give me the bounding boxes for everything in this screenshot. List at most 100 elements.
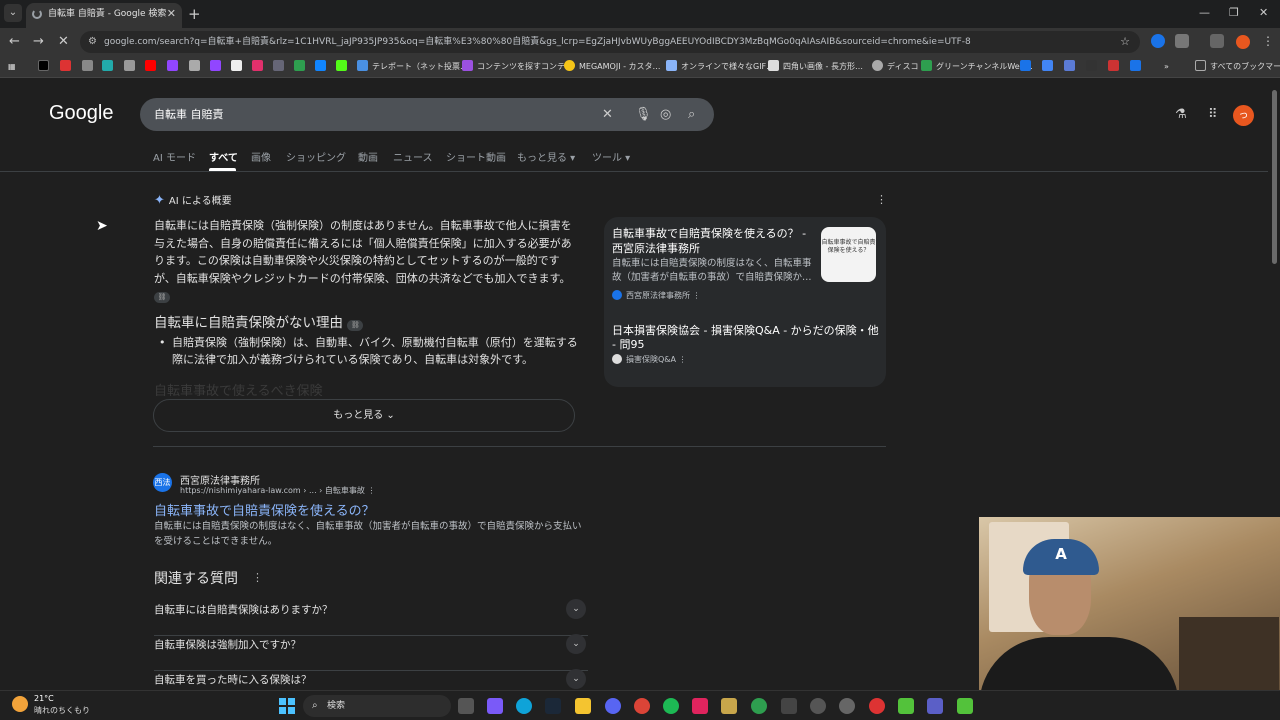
weather-temperature[interactable]: 21°C: [34, 694, 54, 703]
bookmark-item-4[interactable]: 四角い画像 - 長方形…: [768, 60, 863, 74]
google-logo[interactable]: Google: [49, 102, 114, 125]
result-url[interactable]: https://nishimiyahara-law.com › ... › 自転…: [180, 485, 375, 496]
taskbar-search-input[interactable]: ⌕ 検索: [303, 695, 451, 717]
edge-icon[interactable]: [516, 698, 532, 714]
bookmark-item-2[interactable]: MEGAMOJI - カスタ…: [564, 60, 661, 74]
bookmark-icon[interactable]: [124, 60, 139, 74]
bookmark-star-icon[interactable]: ☆: [1120, 31, 1130, 53]
lens-icon[interactable]: ◎: [660, 98, 671, 131]
bookmark-icon[interactable]: [210, 60, 225, 74]
extension-icon[interactable]: [1151, 34, 1165, 48]
file-explorer-icon[interactable]: [575, 698, 591, 714]
all-bookmarks-folder[interactable]: すべてのブックマーク: [1195, 60, 1280, 74]
bookmark-item-1[interactable]: コンテンツを探すコンテ…: [462, 60, 573, 74]
minimize-button[interactable]: —: [1199, 6, 1210, 19]
bookmark-icon[interactable]: [315, 60, 330, 74]
stop-icon[interactable]: ✕: [58, 34, 69, 49]
search-input[interactable]: 自転車 自賠責 ✕ 🎙 ◎ ⌕: [140, 98, 714, 131]
bookmark-icon[interactable]: [60, 60, 75, 74]
app-icon[interactable]: [721, 698, 737, 714]
link-icon[interactable]: ⛓: [154, 292, 170, 303]
bookmark-icon[interactable]: [231, 60, 246, 74]
app-icon[interactable]: [692, 698, 708, 714]
app-icon[interactable]: [839, 698, 855, 714]
more-icon[interactable]: ⋮: [693, 291, 701, 300]
bookmark-icon[interactable]: [273, 60, 288, 74]
bookmark-icon[interactable]: [102, 60, 117, 74]
tab-tools[interactable]: ツール ▾: [592, 149, 630, 164]
download-icon[interactable]: [1210, 34, 1224, 48]
result-title-link[interactable]: 自転車事故で自賠責保険を使えるの？: [154, 500, 375, 519]
more-icon[interactable]: ⋮: [367, 486, 375, 495]
more-icon[interactable]: ⋮: [679, 355, 687, 364]
bookmark-icon[interactable]: [336, 60, 351, 74]
tab-search-button[interactable]: ⌄: [4, 4, 22, 22]
source-title[interactable]: 自転車事故で自賠責保険を使えるの？ - 西宮原法律事務所: [612, 226, 817, 256]
scrollbar-thumb[interactable]: [1272, 90, 1277, 264]
chrome-icon[interactable]: [634, 698, 650, 714]
task-view-icon[interactable]: [458, 698, 474, 714]
tab-images[interactable]: 画像: [251, 149, 271, 164]
google-apps-icon[interactable]: ⠿: [1208, 107, 1218, 122]
source-title[interactable]: 日本損害保険協会 - 損害保険Q&A - からだの保険・他 - 問95: [612, 324, 882, 352]
bookmark-icon[interactable]: [1042, 60, 1057, 74]
address-bar[interactable]: ⚙ google.com/search?q=自転車+自賠責&rlz=1C1HVR…: [80, 31, 1140, 53]
spotify-icon[interactable]: [663, 698, 679, 714]
bookmark-youtube-icon[interactable]: [145, 60, 160, 74]
bookmark-x-icon[interactable]: [38, 60, 53, 74]
bookmark-item-3[interactable]: オンラインで様々なGIF…: [666, 60, 774, 74]
start-windows-icon[interactable]: [279, 698, 295, 714]
forward-icon[interactable]: →: [33, 34, 44, 49]
bookmark-icon[interactable]: [294, 60, 309, 74]
app-icon[interactable]: [898, 698, 914, 714]
tab-videos[interactable]: 動画: [358, 149, 378, 164]
bookmark-icon[interactable]: [82, 60, 97, 74]
extensions-puzzle-icon[interactable]: [1175, 34, 1189, 48]
related-question[interactable]: 自転車には自賠責保険はありますか？ ⌄: [154, 599, 588, 636]
bookmark-item-5[interactable]: ディスコ: [872, 60, 918, 74]
tab-ai-mode[interactable]: AI モード: [153, 149, 196, 164]
more-icon[interactable]: ⋮: [252, 571, 263, 584]
tab-short-videos[interactable]: ショート動画: [446, 149, 506, 164]
app-icon[interactable]: [781, 698, 797, 714]
link-icon[interactable]: ⛓: [347, 320, 364, 331]
tab-shopping[interactable]: ショッピング: [286, 149, 346, 164]
bookmark-icon[interactable]: [189, 60, 204, 74]
xbox-icon[interactable]: [751, 698, 767, 714]
bookmark-icon[interactable]: [1020, 60, 1035, 74]
bookmark-icon[interactable]: [167, 60, 182, 74]
tab-more[interactable]: もっと見る ▾: [517, 149, 575, 164]
clear-icon[interactable]: ✕: [602, 98, 613, 131]
bookmark-icon[interactable]: [1108, 60, 1123, 74]
microphone-icon[interactable]: 🎙: [635, 98, 652, 131]
tab-news[interactable]: ニュース: [393, 149, 433, 164]
source-thumbnail[interactable]: 自転車事故で自賠責保険を使える？: [821, 227, 876, 282]
bookmark-icon[interactable]: [1130, 60, 1145, 74]
tab-all[interactable]: すべて: [209, 149, 238, 164]
copilot-icon[interactable]: [487, 698, 503, 714]
app-icon[interactable]: [810, 698, 826, 714]
chrome-menu-icon[interactable]: ⋮: [1262, 34, 1274, 48]
new-tab-button[interactable]: +: [188, 5, 201, 23]
discord-icon[interactable]: [605, 698, 621, 714]
related-question[interactable]: 自転車保険は強制加入ですか？ ⌄: [154, 634, 588, 671]
bookmark-icon[interactable]: [252, 60, 267, 74]
site-info-icon[interactable]: ⚙: [88, 31, 97, 53]
back-icon[interactable]: ←: [9, 34, 20, 49]
more-bookmarks-icon[interactable]: »: [1164, 60, 1169, 74]
labs-flask-icon[interactable]: ⚗: [1175, 107, 1187, 122]
apps-grid-icon[interactable]: ▦: [8, 60, 16, 74]
browser-tab[interactable]: 自転車 自賠責 - Google 検索 ✕: [26, 3, 182, 28]
avatar[interactable]: っ: [1233, 105, 1254, 126]
search-icon[interactable]: ⌕: [688, 98, 695, 131]
weather-icon[interactable]: [12, 696, 28, 712]
steam-icon[interactable]: [545, 698, 561, 714]
app-icon[interactable]: [957, 698, 973, 714]
close-tab-icon[interactable]: ✕: [167, 3, 176, 25]
close-window-button[interactable]: ✕: [1259, 6, 1268, 19]
weather-description[interactable]: 晴れのちくもり: [34, 705, 90, 716]
bookmark-item-6[interactable]: グリーンチャンネルWeb…: [921, 60, 1033, 74]
bookmark-icon[interactable]: [1064, 60, 1079, 74]
app-icon[interactable]: [869, 698, 885, 714]
bookmark-item-0[interactable]: テレポート（ネット投票…: [357, 60, 468, 74]
